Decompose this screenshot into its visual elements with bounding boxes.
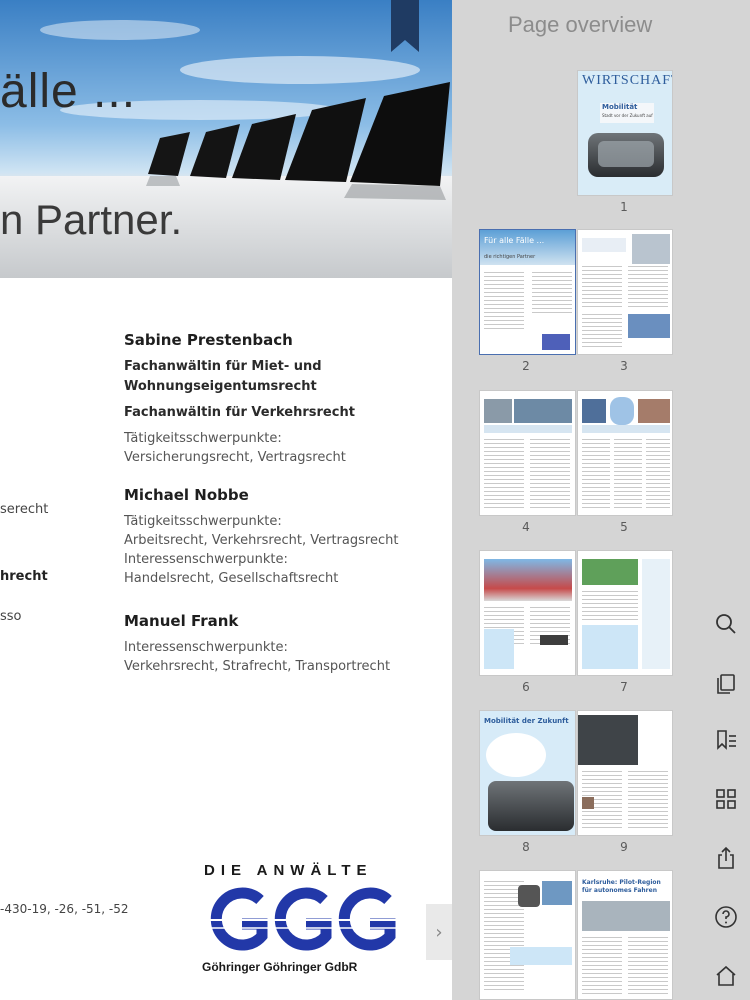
cut-text-2: hrecht bbox=[0, 569, 48, 584]
page-thumbnail-3[interactable] bbox=[577, 229, 673, 355]
bookmark-list-icon bbox=[717, 730, 736, 750]
p10-title: Karlsruhe: Pilot-Region bbox=[582, 879, 661, 886]
page-thumbnail-6[interactable] bbox=[479, 550, 576, 676]
p10-subtitle: für autonomes Fahren bbox=[582, 887, 657, 894]
cover-headline: Mobilität bbox=[602, 103, 638, 111]
logo-bottom-text: Göhringer Göhringer GdbR bbox=[202, 960, 358, 974]
phone-numbers: -430-19, -26, -51, -52 bbox=[0, 902, 129, 916]
cover-brand: WIRTSCHAFT bbox=[582, 73, 673, 88]
page-thumbnail-4[interactable] bbox=[479, 390, 576, 516]
bookmarks-button[interactable] bbox=[710, 724, 742, 756]
page-number: 8 bbox=[522, 840, 530, 854]
share-icon bbox=[718, 846, 734, 869]
cover-subline: Stadt vor der Zukunft auf bbox=[602, 113, 653, 118]
lawyer-block: Michael Nobbe Tätigkeitsschwerpunkte: Ar… bbox=[124, 486, 444, 588]
lawyer-name: Michael Nobbe bbox=[124, 486, 249, 504]
chevron-right-icon: › bbox=[435, 921, 443, 943]
hero-image: älle ... n Partner. bbox=[0, 0, 452, 278]
grid-icon bbox=[716, 789, 736, 809]
grid-view-button[interactable] bbox=[710, 783, 742, 815]
help-icon bbox=[715, 906, 737, 928]
page-thumbnail-5[interactable] bbox=[577, 390, 673, 516]
lawyer-line: Tätigkeitsschwerpunkte: bbox=[124, 514, 282, 529]
hero-subtitle: n Partner. bbox=[0, 196, 183, 243]
page-number: 4 bbox=[522, 520, 530, 534]
logo-top-text: DIE ANWÄLTE bbox=[204, 862, 373, 879]
home-icon bbox=[716, 965, 736, 986]
page-thumbnail-2[interactable]: Für alle Fälle ... die richtigen Partner bbox=[479, 229, 576, 355]
law-firm-logo: DIE ANWÄLTE Göhringer Göhringer GdbR bbox=[200, 862, 400, 982]
lawyer-block: Sabine Prestenbach Fachanwältin für Miet… bbox=[124, 331, 444, 467]
bookmark-ribbon-icon[interactable] bbox=[391, 0, 419, 52]
lawyer-line: Arbeitsrecht, Verkehrsrecht, Vertragsrec… bbox=[124, 533, 399, 548]
lawyer-line: Handelsrecht, Gesellschaftsrecht bbox=[124, 571, 339, 586]
pages-button[interactable] bbox=[710, 668, 742, 700]
lawyer-line: Versicherungsrecht, Vertragsrecht bbox=[124, 450, 346, 465]
lawyer-line: Verkehrsrecht, Strafrecht, Transportrech… bbox=[124, 659, 391, 674]
home-button[interactable] bbox=[710, 960, 742, 992]
page-thumbnail-11[interactable]: Karlsruhe: Pilot-Region für autonomes Fa… bbox=[577, 870, 673, 1000]
lawyer-title: Fachanwältin für Miet- und bbox=[124, 359, 322, 374]
p8-title: Mobilität der Zukunft bbox=[484, 717, 569, 725]
ggg-logo-mark bbox=[202, 887, 398, 951]
next-page-button[interactable]: › bbox=[426, 904, 452, 960]
p2-title: Für alle Fälle ... bbox=[484, 236, 545, 245]
page-thumbnail-9[interactable] bbox=[577, 710, 673, 836]
help-button[interactable] bbox=[710, 901, 742, 933]
p2-subtitle: die richtigen Partner bbox=[484, 254, 536, 260]
share-button[interactable] bbox=[710, 842, 742, 874]
lawyer-title: Wohnungseigentumsrecht bbox=[124, 379, 317, 394]
document-page[interactable]: älle ... n Partner. serecht hrecht sso -… bbox=[0, 0, 452, 1000]
page-thumbnail-1[interactable]: WIRTSCHAFT Mobilität Stadt vor der Zukun… bbox=[577, 70, 673, 196]
lawyer-name: Sabine Prestenbach bbox=[124, 331, 293, 349]
page-thumbnail-8[interactable]: Mobilität der Zukunft bbox=[479, 710, 576, 836]
page-number: 2 bbox=[522, 359, 530, 373]
cut-text-3: sso bbox=[0, 609, 22, 624]
overview-title: Page overview bbox=[508, 12, 653, 37]
cut-text-1: serecht bbox=[0, 502, 49, 517]
page-number: 3 bbox=[620, 359, 628, 373]
page-number: 9 bbox=[620, 840, 628, 854]
search-icon bbox=[716, 614, 736, 634]
page-thumbnail-7[interactable] bbox=[577, 550, 673, 676]
page-number: 1 bbox=[620, 200, 628, 214]
page-number: 5 bbox=[620, 520, 628, 534]
page-number: 6 bbox=[522, 680, 530, 694]
search-button[interactable] bbox=[710, 608, 742, 640]
lawyer-line: Tätigkeitsschwerpunkte: bbox=[124, 431, 282, 446]
copy-pages-icon bbox=[717, 674, 735, 694]
lawyer-title: Fachanwältin für Verkehrsrecht bbox=[124, 405, 355, 420]
lawyer-line: Interessenschwerpunkte: bbox=[124, 640, 288, 655]
lawyer-name: Manuel Frank bbox=[124, 612, 239, 630]
hero-title: älle ... bbox=[0, 65, 137, 118]
page-number: 7 bbox=[620, 680, 628, 694]
page-thumbnail-10[interactable] bbox=[479, 870, 576, 1000]
lawyer-block: Manuel Frank Interessenschwerpunkte: Ver… bbox=[124, 612, 444, 676]
lawyer-line: Interessenschwerpunkte: bbox=[124, 552, 288, 567]
